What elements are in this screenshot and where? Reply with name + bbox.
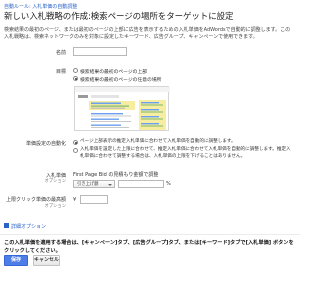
max-cpc-label: 上限クリック単価の最高額 xyxy=(5,197,66,203)
auto-adjust-label: 単価設定の自動化 xyxy=(25,141,66,147)
max-cpc-optional: オプション xyxy=(44,204,66,209)
bid-change-direction-value: 引き上げ額 xyxy=(77,182,99,187)
percent-unit: % xyxy=(166,181,171,187)
preview-side-ad-line xyxy=(141,125,163,127)
preview-logo xyxy=(78,95,88,98)
preview-result-line xyxy=(91,115,131,117)
target-option-top-label[interactable]: 検索結果の最初のページの上部 xyxy=(80,68,147,75)
preview-side-ad-line xyxy=(141,109,159,111)
preview-side-ad-line xyxy=(141,104,163,106)
plus-icon[interactable] xyxy=(4,223,9,237)
bid-change-amount-input[interactable] xyxy=(118,180,164,188)
preview-result-line xyxy=(91,118,119,120)
preview-browser-bar xyxy=(75,87,170,92)
page-title: 新しい入札戦略の作成:検索ページの場所をターゲットに設定 xyxy=(4,12,234,22)
auto-adjust-radio-1[interactable] xyxy=(73,140,78,145)
preview-ad-line xyxy=(91,107,125,109)
target-radio-top[interactable] xyxy=(73,68,78,73)
name-input[interactable] xyxy=(73,47,127,56)
max-cpc-input[interactable] xyxy=(80,195,108,204)
cancel-button[interactable]: キャンセル xyxy=(33,255,60,266)
auto-adjust-option-1-label[interactable]: ページ上部表示の推定入札単価に合わせて入札単価を自動的に調整します。 xyxy=(80,139,294,146)
search-page-preview xyxy=(74,86,170,131)
preview-side-ad-line xyxy=(141,116,159,118)
advanced-options-link[interactable]: 詳細オプション xyxy=(11,223,46,230)
name-label: 名前 xyxy=(55,50,66,56)
page-description: 検索結果の最初のページ、または最初のページの上部に広告を表示するための入札単価を… xyxy=(4,27,291,40)
apply-note: この入札単価を適用する場合は、[キャンペーン]タブ、[広告グループ]タブ、または… xyxy=(4,240,294,254)
bid-change-optional: オプション xyxy=(44,179,66,184)
target-option-anywhere-label[interactable]: 検索結果の最初のページの任意の場所 xyxy=(80,76,161,83)
preview-result-line xyxy=(91,124,121,126)
preview-side-ad-line xyxy=(141,111,163,113)
currency-symbol: ¥ xyxy=(73,197,77,203)
preview-result-line xyxy=(91,121,131,122)
divider xyxy=(0,234,300,235)
preview-result-line xyxy=(91,113,123,115)
preview-side-ad-line xyxy=(141,118,163,120)
search-page-preview-graphic xyxy=(75,87,170,130)
preview-ad-line xyxy=(91,105,129,107)
save-button[interactable]: 保存 xyxy=(4,255,28,266)
bid-change-heading: First Page Bid の見積もり金額で調整 xyxy=(73,172,159,178)
auto-adjust-option-2-label[interactable]: 入札単価を設定した上限に合わせて、推定入札単価に合わせて入札単価を自動的に調整し… xyxy=(80,147,294,160)
target-label: 目標 xyxy=(55,69,66,75)
bid-change-direction-select[interactable]: 引き上げ額 xyxy=(73,180,115,188)
preview-result-line xyxy=(91,127,129,128)
auto-adjust-radio-2[interactable] xyxy=(73,148,78,153)
preview-search-box xyxy=(91,95,119,98)
preview-ad-line xyxy=(91,102,121,105)
preview-side-ad-line xyxy=(141,102,159,104)
chevron-down-icon xyxy=(108,183,112,186)
preview-side-ad-line xyxy=(141,123,159,125)
breadcrumb[interactable]: 自動ルール: 入札単価の自動調整 xyxy=(4,3,77,10)
target-radio-anywhere[interactable] xyxy=(73,76,78,81)
